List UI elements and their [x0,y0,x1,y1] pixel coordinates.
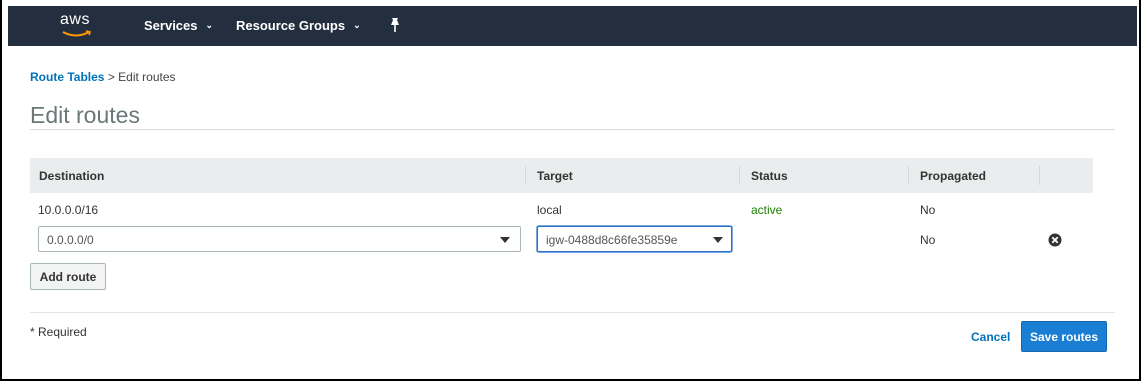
pin-icon[interactable] [388,17,402,33]
route-status: active [751,203,783,217]
route-target: local [537,203,562,217]
nav-resource-groups[interactable]: Resource Groups ⌄ [236,18,361,33]
aws-logo[interactable]: aws [60,11,94,41]
breadcrumb-route-tables-link[interactable]: Route Tables [30,70,104,84]
nav-services-label: Services [144,18,198,33]
chevron-down-icon: ⌄ [205,20,214,30]
destination-select-value: 0.0.0.0/0 [47,233,94,247]
required-note: * Required [30,325,87,339]
destination-select[interactable]: 0.0.0.0/0 [38,226,521,252]
logo-text: aws [60,11,90,28]
target-select-value: igw-0488d8c66fe35859e [546,233,678,247]
column-divider [525,166,526,185]
breadcrumb-current: Edit routes [118,70,176,84]
remove-circle-icon[interactable] [1048,233,1062,247]
column-divider [908,166,909,185]
route-propagated: No [920,233,936,247]
chevron-down-icon: ⌄ [353,20,361,30]
chevron-down-icon [500,237,510,243]
target-select[interactable]: igw-0488d8c66fe35859e [537,226,732,252]
column-header-propagated: Propagated [920,169,987,183]
top-nav-bar: aws Services ⌄ Resource Groups ⌄ [8,6,1137,46]
add-route-button[interactable]: Add route [30,263,106,290]
column-divider [1039,166,1040,185]
chevron-down-icon [713,237,723,243]
footer-divider [30,312,1115,313]
page-title: Edit routes [30,102,140,128]
route-destination: 10.0.0.0/16 [38,203,99,217]
column-header-destination: Destination [39,169,105,183]
save-routes-button[interactable]: Save routes [1021,321,1107,352]
title-divider [30,129,1115,130]
nav-resource-groups-label: Resource Groups [236,18,346,33]
cancel-button[interactable]: Cancel [971,330,1010,344]
column-header-target: Target [537,169,573,183]
column-divider [739,166,740,185]
route-propagated: No [920,203,936,217]
routes-table-header: Destination Target Status Propagated [30,158,1093,193]
breadcrumb: Route Tables > Edit routes [30,70,176,84]
column-header-status: Status [751,169,788,183]
nav-services[interactable]: Services ⌄ [144,18,213,33]
breadcrumb-separator: > [107,70,115,84]
logo-smile-icon [62,30,92,37]
